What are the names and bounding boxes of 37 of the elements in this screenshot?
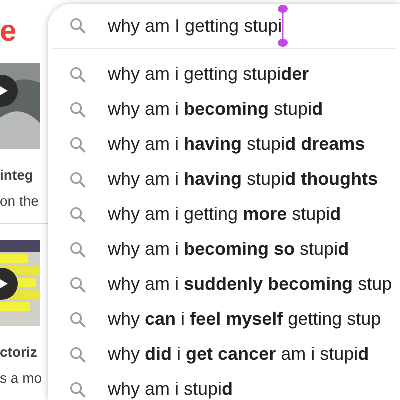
snippet-text: integ bbox=[0, 166, 34, 185]
search-icon bbox=[68, 380, 88, 400]
search-icon bbox=[68, 64, 88, 84]
suggestion-text: why am i suddenly becoming stup bbox=[108, 273, 392, 296]
search-icon bbox=[68, 16, 88, 36]
snippet-text: s a mo bbox=[0, 369, 44, 388]
suggestion-text: why did i get cancer am i stupid bbox=[108, 343, 370, 366]
logo-fragment: e bbox=[0, 16, 17, 46]
snippet-text: ctoriz bbox=[0, 343, 38, 362]
search-icon bbox=[68, 274, 88, 294]
search-icon bbox=[68, 100, 88, 120]
suggestion-item[interactable]: why am i having stupid thoughts bbox=[48, 162, 400, 197]
suggestion-text: why can i feel myself getting stup bbox=[108, 308, 382, 331]
suggestion-item[interactable]: why am i stupid bbox=[48, 372, 400, 400]
suggestion-item[interactable]: why did i get cancer am i stupid bbox=[48, 337, 400, 372]
suggestion-text: why am i having stupid dreams bbox=[108, 133, 366, 156]
search-icon bbox=[68, 204, 88, 224]
suggestion-item[interactable]: why am i suddenly becoming stup bbox=[48, 267, 400, 302]
search-field[interactable]: why am I getting stupi bbox=[108, 12, 282, 40]
suggestion-item[interactable]: why am i getting more stupid bbox=[48, 197, 400, 232]
suggestion-text: why am i getting more stupid bbox=[108, 203, 342, 226]
suggestion-text: why am i having stupid thoughts bbox=[108, 168, 378, 191]
suggestion-text: why am i becoming so stupid bbox=[108, 238, 350, 261]
search-icon bbox=[68, 170, 88, 190]
snippet-text: on the bbox=[0, 192, 40, 211]
suggestion-text: why am i stupid bbox=[108, 378, 234, 400]
suggestion-item[interactable]: why am i having stupid dreams bbox=[48, 127, 400, 162]
search-icon bbox=[68, 134, 88, 154]
suggestion-item[interactable]: why am i becoming so stupid bbox=[48, 232, 400, 267]
suggestion-text: why am i becoming stupid bbox=[108, 98, 324, 121]
suggestion-text: why am i getting stupider bbox=[108, 63, 310, 86]
suggestion-item[interactable]: why can i feel myself getting stup bbox=[48, 302, 400, 337]
suggestion-item[interactable]: why am i getting stupider bbox=[48, 57, 400, 92]
suggestion-item[interactable]: why am i becoming stupid bbox=[48, 92, 400, 127]
search-icon bbox=[68, 240, 88, 260]
search-icon bbox=[68, 344, 88, 364]
search-icon bbox=[68, 310, 88, 330]
